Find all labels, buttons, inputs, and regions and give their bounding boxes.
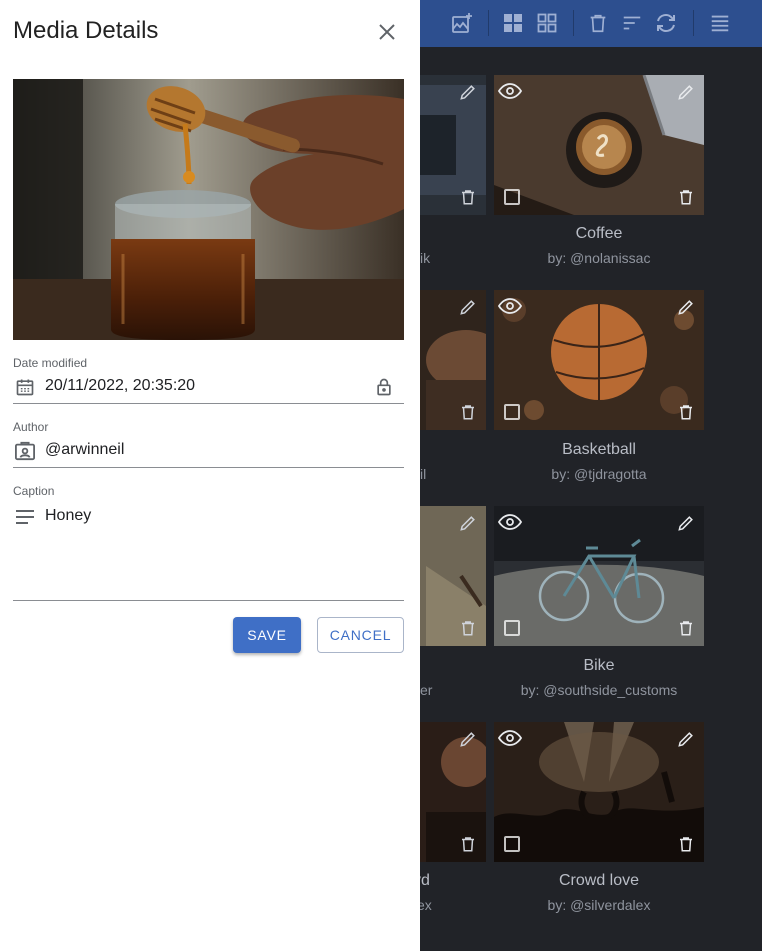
date-modified-value: 20/11/2022, 20:35:20	[45, 377, 196, 394]
media-card[interactable]	[494, 506, 704, 646]
card-author: ex	[420, 897, 432, 913]
select-checkbox[interactable]	[500, 616, 524, 640]
contact-icon	[13, 439, 37, 463]
delete-icon[interactable]	[674, 832, 698, 856]
media-details-panel: Media Details Date modified 20/11/2022, …	[0, 0, 420, 951]
delete-icon[interactable]	[674, 400, 698, 424]
edit-icon[interactable]	[674, 80, 698, 104]
list-view-icon[interactable]	[706, 9, 734, 37]
delete-icon[interactable]	[456, 832, 480, 856]
select-checkbox[interactable]	[500, 185, 524, 209]
author-input[interactable]: @arwinneil	[45, 441, 124, 459]
eye-icon[interactable]	[498, 726, 522, 750]
date-modified-label: Date modified	[13, 356, 88, 370]
card-author: ik	[420, 250, 431, 266]
edit-icon[interactable]	[674, 727, 698, 751]
delete-icon[interactable]	[584, 9, 612, 37]
card-author: by: @southside_customs	[520, 682, 678, 698]
media-card[interactable]	[420, 290, 486, 430]
date-modified-field: 20/11/2022, 20:35:20	[13, 370, 404, 404]
delete-icon[interactable]	[674, 185, 698, 209]
close-icon[interactable]	[375, 20, 399, 44]
delete-icon[interactable]	[674, 616, 698, 640]
card-author: by: @tjdragotta	[551, 466, 647, 482]
media-card[interactable]	[494, 290, 704, 430]
card-title: Coffee	[575, 225, 623, 242]
edit-icon[interactable]	[674, 511, 698, 535]
notes-icon	[13, 505, 37, 529]
card-title: Basketball	[562, 441, 636, 458]
card-title: Crowd love	[558, 872, 640, 889]
edit-icon[interactable]	[674, 295, 698, 319]
calendar-icon	[13, 375, 37, 399]
edit-icon[interactable]	[456, 727, 480, 751]
refresh-icon[interactable]	[652, 9, 680, 37]
card-title: vd	[420, 872, 430, 889]
media-card[interactable]	[420, 75, 486, 215]
card-author: by: @silverdalex	[547, 897, 651, 913]
card-author: by: @nolanissac	[547, 250, 651, 266]
media-card[interactable]	[494, 722, 704, 862]
lock-icon	[372, 375, 396, 399]
card-title: Bike	[583, 657, 615, 674]
card-author: il	[420, 466, 427, 482]
delete-icon[interactable]	[456, 616, 480, 640]
edit-icon[interactable]	[456, 511, 480, 535]
caption-field[interactable]: Honey	[13, 502, 404, 601]
delete-icon[interactable]	[456, 185, 480, 209]
author-label: Author	[13, 420, 49, 434]
delete-icon[interactable]	[456, 400, 480, 424]
card-author: er	[420, 682, 433, 698]
eye-icon[interactable]	[498, 294, 522, 318]
eye-icon[interactable]	[498, 79, 522, 103]
media-card[interactable]	[420, 506, 486, 646]
sort-icon[interactable]	[618, 9, 646, 37]
media-card[interactable]	[420, 722, 486, 862]
grid-small-icon[interactable]	[533, 9, 561, 37]
add-photo-icon[interactable]	[448, 9, 476, 37]
caption-input[interactable]: Honey	[45, 507, 91, 525]
grid-large-icon[interactable]	[499, 9, 527, 37]
edit-icon[interactable]	[456, 80, 480, 104]
media-card[interactable]	[494, 75, 704, 215]
save-button[interactable]: SAVE	[233, 617, 301, 653]
select-checkbox[interactable]	[500, 400, 524, 424]
author-field[interactable]: @arwinneil	[13, 434, 404, 468]
eye-icon[interactable]	[498, 510, 522, 534]
caption-label: Caption	[13, 484, 55, 498]
media-preview	[13, 79, 404, 340]
media-gallery: ik Coffee by: @nolanissac il Basketball …	[420, 47, 762, 951]
select-checkbox[interactable]	[500, 832, 524, 856]
gallery-toolbar	[420, 0, 762, 47]
edit-icon[interactable]	[456, 295, 480, 319]
panel-title: Media Details	[13, 17, 159, 44]
cancel-button[interactable]: CANCEL	[317, 617, 404, 653]
